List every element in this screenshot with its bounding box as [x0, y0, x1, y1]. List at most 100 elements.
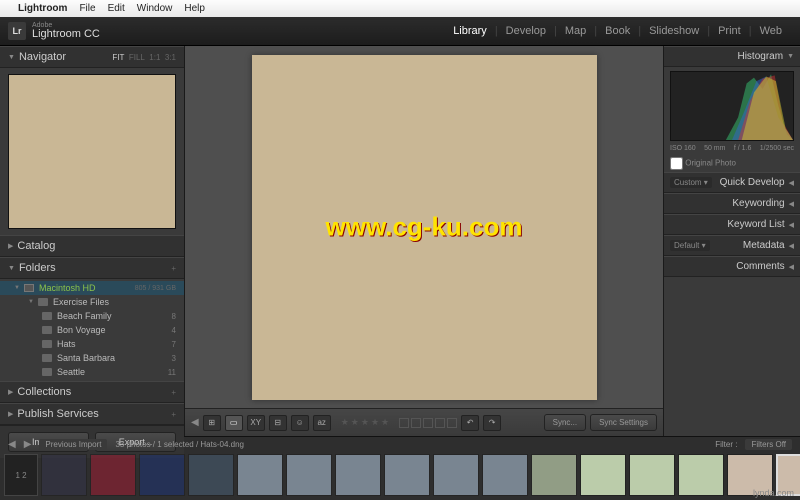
folder-row[interactable]: Hats7 — [0, 337, 184, 351]
module-print[interactable]: Print — [710, 25, 749, 37]
filmstrip-thumb[interactable] — [433, 454, 479, 496]
filmstrip-thumb[interactable] — [678, 454, 724, 496]
filmstrip-thumb[interactable] — [629, 454, 675, 496]
toolbar: ◀ ⊞ ▭ XY ⊟ ☺ az ★★★★★ ↶ ↷ Sync... Sync S… — [185, 408, 663, 436]
keywordlist-title: Keyword List — [727, 219, 784, 230]
filmstrip-thumb[interactable] — [188, 454, 234, 496]
add-icon[interactable]: + — [171, 410, 176, 419]
catalog-header[interactable]: ▶ Catalog — [0, 235, 184, 257]
keywording-title: Keywording — [732, 198, 784, 209]
rotate-ccw-button[interactable]: ↶ — [461, 415, 479, 431]
filmstrip-source[interactable]: Previous Import — [39, 439, 107, 450]
disclosure-icon: ◀ — [789, 179, 794, 187]
navigator-preview[interactable] — [0, 68, 184, 235]
disclosure-icon: ◀ — [789, 221, 794, 229]
module-develop[interactable]: Develop — [498, 25, 554, 37]
navigator-header[interactable]: ▼ Navigator FIT FILL 1:1 3:1 — [0, 46, 184, 68]
collections-header[interactable]: ▶ Collections + — [0, 381, 184, 403]
folder-count: 11 — [168, 368, 176, 377]
histogram-graph[interactable] — [670, 71, 794, 141]
catalog-title: Catalog — [17, 240, 176, 252]
sort-button[interactable]: az — [313, 415, 331, 431]
iso-label: ISO 160 — [670, 145, 696, 152]
app-logo: Lr — [8, 22, 26, 40]
comments-header[interactable]: Comments ◀ — [664, 256, 800, 277]
folder-row[interactable]: Bon Voyage4 — [0, 323, 184, 337]
nav-back-icon[interactable]: ◀ — [8, 439, 16, 450]
color-labels[interactable] — [399, 418, 457, 428]
navigator-zoom-opts[interactable]: FIT FILL 1:1 3:1 — [112, 53, 176, 62]
original-photo-toggle[interactable]: Original Photo — [664, 155, 800, 172]
folder-row[interactable]: ▼ Exercise Files — [0, 295, 184, 309]
people-view-button[interactable]: ☺ — [291, 415, 309, 431]
folders-tree: ▼ Macintosh HD 805 / 931 GB ▼ Exercise F… — [0, 279, 184, 381]
disclosure-icon: ▼ — [28, 299, 34, 305]
filmstrip-thumb[interactable] — [139, 454, 185, 496]
right-panel: Histogram ▼ ISO 160 50 mm f / 1.6 1/2500… — [663, 46, 800, 436]
quickdev-preset[interactable]: Custom ▾ — [670, 177, 712, 188]
filmstrip-thumb[interactable] — [90, 454, 136, 496]
keywordlist-header[interactable]: Keyword List ◀ — [664, 214, 800, 235]
menu-window[interactable]: Window — [137, 3, 173, 14]
menu-edit[interactable]: Edit — [108, 3, 125, 14]
folder-row[interactable]: Seattle11 — [0, 365, 184, 379]
filmstrip-thumb[interactable] — [237, 454, 283, 496]
filmstrip-count: 33 photos / 1 selected / Hats-04.dng — [115, 440, 244, 449]
disclosure-icon: ▼ — [8, 54, 15, 61]
folders-title: Folders — [19, 262, 171, 274]
folder-row[interactable]: Beach Family8 — [0, 309, 184, 323]
module-slideshow[interactable]: Slideshow — [641, 25, 707, 37]
shutter-label: 1/2500 sec — [760, 145, 794, 152]
folder-name: Seattle — [57, 367, 168, 377]
compare-view-button[interactable]: XY — [247, 415, 265, 431]
publish-header[interactable]: ▶ Publish Services + — [0, 403, 184, 425]
add-icon[interactable]: + — [171, 264, 176, 273]
rating-stars[interactable]: ★★★★★ — [341, 417, 389, 428]
sync-settings-button[interactable]: Sync Settings — [590, 414, 657, 431]
module-book[interactable]: Book — [597, 25, 638, 37]
product-label: Lightroom CC — [32, 29, 100, 40]
filmstrip-thumbs[interactable]: 1 2 — [0, 451, 800, 499]
disclosure-icon: ◀ — [789, 263, 794, 271]
metadata-header[interactable]: Default ▾ Metadata ◀ — [664, 235, 800, 256]
filmstrip-thumb[interactable] — [335, 454, 381, 496]
filmstrip-thumb[interactable] — [286, 454, 332, 496]
filter-dropdown[interactable]: Filters Off — [745, 439, 792, 450]
filmstrip: ◀ ▶ Previous Import 33 photos / 1 select… — [0, 436, 800, 500]
add-icon[interactable]: + — [171, 388, 176, 397]
folder-row[interactable]: Santa Barbara3 — [0, 351, 184, 365]
prev-arrow-icon[interactable]: ◀ — [191, 417, 199, 428]
quickdev-title: Quick Develop — [720, 177, 785, 188]
filmstrip-thumb[interactable] — [531, 454, 577, 496]
menu-file[interactable]: File — [79, 3, 95, 14]
filmstrip-thumb[interactable] — [580, 454, 626, 496]
original-checkbox[interactable] — [670, 157, 683, 170]
histogram-header[interactable]: Histogram ▼ — [664, 46, 800, 67]
metadata-preset[interactable]: Default ▾ — [670, 240, 710, 251]
loupe-view[interactable]: www.cg-ku.com — [185, 46, 663, 408]
module-map[interactable]: Map — [557, 25, 594, 37]
grid-view-button[interactable]: ⊞ — [203, 415, 221, 431]
menu-help[interactable]: Help — [184, 3, 205, 14]
folders-header[interactable]: ▼ Folders + — [0, 257, 184, 279]
filmstrip-thumb[interactable] — [41, 454, 87, 496]
quickdev-header[interactable]: Custom ▾ Quick Develop ◀ — [664, 172, 800, 193]
volume-usage: 805 / 931 GB — [135, 285, 176, 292]
module-picker: Library| Develop| Map| Book| Slideshow| … — [445, 25, 790, 37]
module-web[interactable]: Web — [752, 25, 790, 37]
sync-button[interactable]: Sync... — [544, 414, 586, 431]
filmstrip-thumb[interactable] — [384, 454, 430, 496]
menu-app[interactable]: Lightroom — [18, 3, 67, 14]
volume-row[interactable]: ▼ Macintosh HD 805 / 931 GB — [0, 281, 184, 295]
publish-title: Publish Services — [17, 408, 171, 420]
folder-name: Beach Family — [57, 311, 172, 321]
rotate-cw-button[interactable]: ↷ — [483, 415, 501, 431]
keywording-header[interactable]: Keywording ◀ — [664, 193, 800, 214]
app-brand: Adobe Lightroom CC — [32, 22, 100, 40]
module-library[interactable]: Library — [445, 25, 495, 37]
second-monitor-toggle[interactable]: 1 2 — [4, 454, 38, 496]
filmstrip-thumb[interactable] — [482, 454, 528, 496]
survey-view-button[interactable]: ⊟ — [269, 415, 287, 431]
loupe-view-button[interactable]: ▭ — [225, 415, 243, 431]
nav-fwd-icon[interactable]: ▶ — [24, 439, 32, 450]
